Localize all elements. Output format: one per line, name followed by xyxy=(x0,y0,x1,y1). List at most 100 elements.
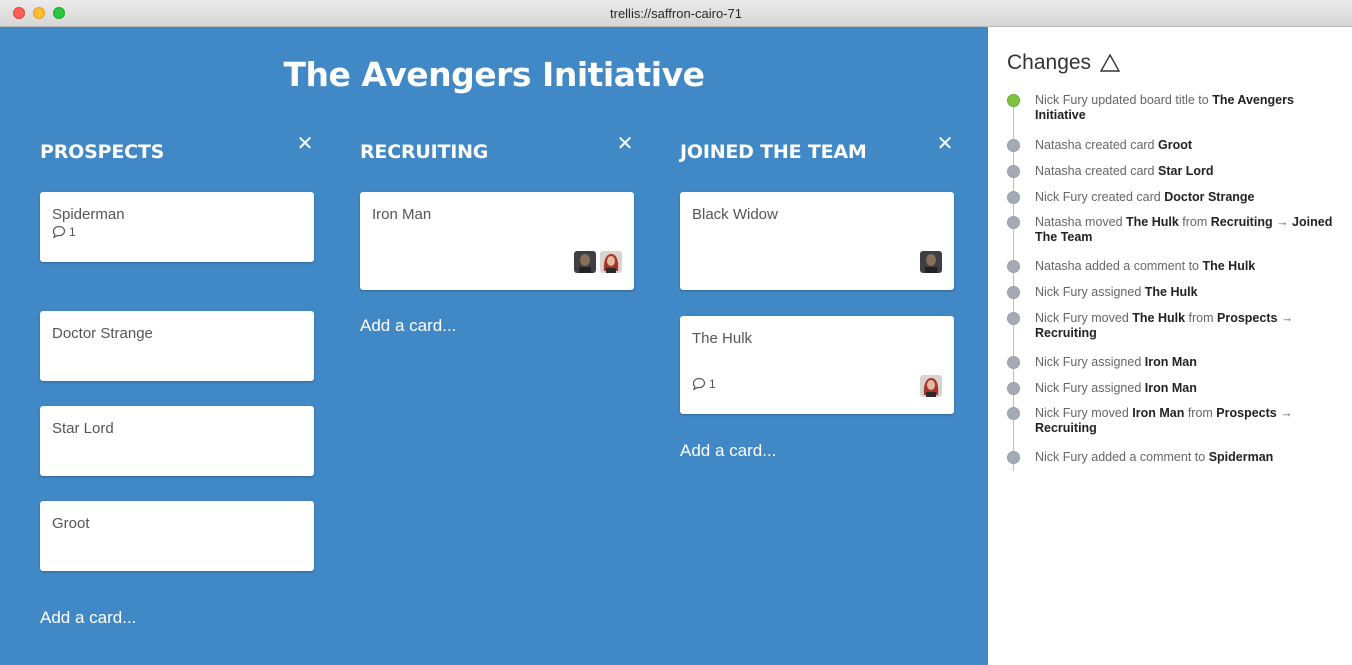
add-card-button[interactable]: Add a card... xyxy=(360,316,456,336)
timeline-dot xyxy=(1007,139,1020,152)
window-title: trellis://saffron-cairo-71 xyxy=(610,6,742,21)
list-header: PROSPECTS ✕ xyxy=(40,133,316,169)
add-card-button[interactable]: Add a card... xyxy=(40,608,136,628)
comment-count-value: 1 xyxy=(69,225,76,239)
timeline-action: Nick Fury moved xyxy=(1035,311,1133,325)
timeline-action: Nick Fury updated board title to xyxy=(1035,93,1213,107)
timeline-action: Nick Fury assigned xyxy=(1035,285,1145,299)
timeline-dot xyxy=(1007,382,1020,395)
timeline-entity: Recruiting xyxy=(1035,326,1097,340)
timeline-entity: Spiderman xyxy=(1208,450,1274,464)
list-title[interactable]: JOINED THE TEAM xyxy=(680,141,867,163)
list-close-icon[interactable]: ✕ xyxy=(294,133,316,155)
timeline-item-text: Nick Fury moved The Hulk from Prospects … xyxy=(1035,311,1337,341)
list-joined-the-team: JOINED THE TEAM ✕ Black Widow The Hulk 1 xyxy=(680,133,956,460)
timeline-action: from xyxy=(1184,406,1217,420)
timeline-entity: The Hulk xyxy=(1126,215,1179,229)
list-title[interactable]: PROSPECTS xyxy=(40,141,164,163)
timeline-dot xyxy=(1007,216,1020,229)
timeline-item-text: Nick Fury added a comment to Spiderman xyxy=(1035,450,1337,465)
list-prospects: PROSPECTS ✕ Spiderman 1 Doctor Strange S… xyxy=(40,133,316,627)
comment-count-value: 1 xyxy=(709,377,716,391)
card-iron-man[interactable]: Iron Man xyxy=(360,192,634,290)
timeline-action: Natasha created card xyxy=(1035,164,1158,178)
timeline-action: Natasha moved xyxy=(1035,215,1127,229)
timeline-item-text: Nick Fury created card Doctor Strange xyxy=(1035,190,1337,205)
card-black-widow[interactable]: Black Widow xyxy=(680,192,954,290)
card-members xyxy=(574,251,622,273)
timeline-entity: Prospects xyxy=(1216,406,1277,420)
card-title: Black Widow xyxy=(692,206,778,223)
timeline-action: from xyxy=(1178,215,1211,229)
comment-count: 1 xyxy=(692,377,716,391)
avatar[interactable] xyxy=(600,251,622,273)
timeline-item-text: Nick Fury assigned Iron Man xyxy=(1035,355,1337,370)
list-title[interactable]: RECRUITING xyxy=(360,141,488,163)
card-groot[interactable]: Groot xyxy=(40,501,314,571)
window-titlebar: trellis://saffron-cairo-71 xyxy=(0,0,1352,27)
timeline-entity: Iron Man xyxy=(1132,406,1185,420)
timeline-entity: Doctor Strange xyxy=(1164,190,1255,204)
card-members xyxy=(920,251,942,273)
avatar[interactable] xyxy=(920,375,942,397)
timeline-action: Nick Fury assigned xyxy=(1035,381,1145,395)
timeline-action: from xyxy=(1185,311,1217,325)
timeline-item-text: Natasha added a comment to The Hulk xyxy=(1035,259,1337,274)
board: The Avengers Initiative PROSPECTS ✕ Spid… xyxy=(0,27,988,665)
timeline-entity: Star Lord xyxy=(1158,164,1214,178)
avatar[interactable] xyxy=(574,251,596,273)
timeline-dot xyxy=(1007,356,1020,369)
card-title: The Hulk xyxy=(692,330,753,347)
board-title[interactable]: The Avengers Initiative xyxy=(0,55,988,94)
avatar-woman-icon xyxy=(920,375,942,397)
timeline-action: → xyxy=(1277,311,1294,325)
timeline-item-text: Nick Fury assigned Iron Man xyxy=(1035,381,1337,396)
list-header: JOINED THE TEAM ✕ xyxy=(680,133,956,169)
card-title: Groot xyxy=(52,515,90,532)
timeline-action: Natasha added a comment to xyxy=(1035,259,1203,273)
timeline-entity: Recruiting xyxy=(1035,421,1097,435)
timeline-item-text: Natasha created card Groot xyxy=(1035,138,1337,153)
changes-panel: Changes Nick Fury updated board title to… xyxy=(988,27,1352,665)
timeline-action: Nick Fury assigned xyxy=(1035,355,1145,369)
avatar-woman-icon xyxy=(600,251,622,273)
timeline-action: Nick Fury moved xyxy=(1035,406,1133,420)
card-members xyxy=(920,375,942,397)
timeline-action: → xyxy=(1272,215,1293,229)
comment-icon xyxy=(692,377,706,391)
timeline-dot xyxy=(1007,312,1020,325)
card-title: Iron Man xyxy=(372,206,432,223)
timeline-dot xyxy=(1007,165,1020,178)
timeline-item-text: Nick Fury moved Iron Man from Prospects … xyxy=(1035,406,1337,436)
timeline-entity: Prospects xyxy=(1217,311,1278,325)
timeline-entity: Iron Man xyxy=(1144,381,1197,395)
timeline-entity: Groot xyxy=(1158,138,1193,152)
card-the-hulk[interactable]: The Hulk 1 xyxy=(680,316,954,414)
timeline-dot xyxy=(1007,260,1020,273)
timeline-item-text: Natasha moved The Hulk from Recruiting →… xyxy=(1035,215,1337,245)
timeline-dot-latest xyxy=(1007,94,1020,107)
list-close-icon[interactable]: ✕ xyxy=(934,133,956,155)
timeline-entity: The Hulk xyxy=(1132,311,1186,325)
add-card-button[interactable]: Add a card... xyxy=(680,441,776,461)
card-doctor-strange[interactable]: Doctor Strange xyxy=(40,311,314,381)
list-recruiting: RECRUITING ✕ Iron Man Add a card... xyxy=(360,133,636,335)
timeline-entity: Iron Man xyxy=(1144,355,1197,369)
changes-title-text: Changes xyxy=(1007,51,1092,74)
timeline-entity: The Hulk xyxy=(1144,285,1198,299)
timeline-dot xyxy=(1007,286,1020,299)
list-close-icon[interactable]: ✕ xyxy=(614,133,636,155)
timeline-item-text: Nick Fury updated board title to The Ave… xyxy=(1035,93,1337,123)
timeline-action: Nick Fury created card xyxy=(1035,190,1165,204)
timeline-action: Natasha created card xyxy=(1035,138,1158,152)
list-header: RECRUITING ✕ xyxy=(360,133,636,169)
comment-icon xyxy=(52,225,66,239)
card-star-lord[interactable]: Star Lord xyxy=(40,406,314,476)
card-title: Spiderman xyxy=(52,206,125,223)
changes-title: Changes xyxy=(1007,51,1121,75)
card-spiderman[interactable]: Spiderman 1 xyxy=(40,192,314,262)
avatar-man-icon xyxy=(574,251,596,273)
timeline-dot xyxy=(1007,407,1020,420)
comment-count: 1 xyxy=(52,225,76,239)
avatar[interactable] xyxy=(920,251,942,273)
